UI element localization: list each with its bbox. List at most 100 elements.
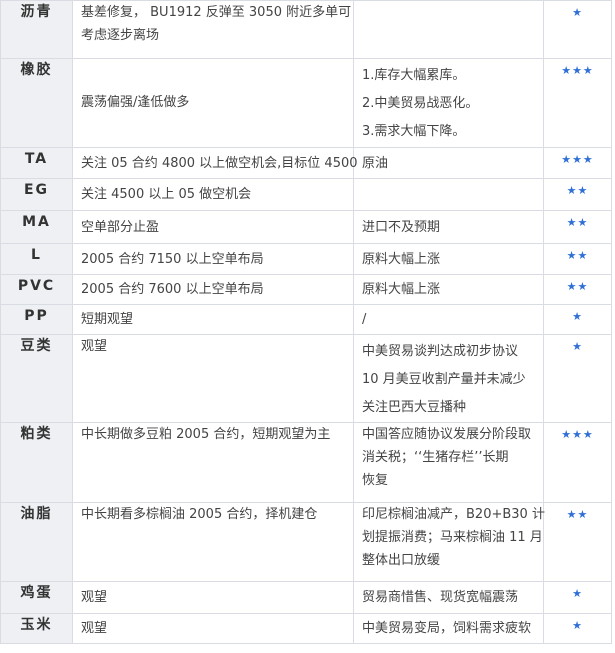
star-icon: ★★ bbox=[566, 216, 589, 229]
strategy-cell: 中长期做多豆粕 2005 合约，短期观望为主 bbox=[72, 422, 354, 503]
category-cell: 粕类 bbox=[0, 422, 73, 503]
strategy-cell: 中长期看多棕榈油 2005 合约，择机建仓 bbox=[72, 502, 354, 582]
strategy-cell: 2005 合约 7150 以上空单布局 bbox=[72, 243, 354, 275]
rating-cell: ★★ bbox=[543, 502, 612, 582]
rating-cell: ★★★ bbox=[543, 147, 612, 179]
category-cell: 油脂 bbox=[0, 502, 73, 582]
rating-cell: ★★ bbox=[543, 274, 612, 305]
logic-line: 整体出口放缓 bbox=[362, 553, 441, 568]
category-cell: PVC bbox=[0, 274, 73, 305]
category-cell: 豆类 bbox=[0, 334, 73, 423]
logic-cell: 中美贸易变局，饲料需求疲软 bbox=[353, 613, 544, 644]
strategy-cell: 观望 bbox=[72, 334, 354, 423]
strategy-cell: 2005 合约 7600 以上空单布局 bbox=[72, 274, 354, 305]
logic-line: 中国答应随协议发展分阶段取 bbox=[362, 427, 532, 442]
logic-cell: 中美贸易谈判达成初步协议 10 月美豆收割产量并未减少 关注巴西大豆播种 bbox=[353, 334, 544, 423]
rating-cell: ★ bbox=[543, 334, 612, 423]
logic-line: 原料大幅上涨 bbox=[362, 251, 441, 267]
logic-cell: 原料大幅上涨 bbox=[353, 243, 544, 275]
strategy-line: 观望 bbox=[81, 621, 108, 636]
category-cell: PP bbox=[0, 304, 73, 335]
strategy-line: 考虑逐步离场 bbox=[81, 28, 160, 43]
logic-cell: 进口不及预期 bbox=[353, 210, 544, 244]
logic-line: 1.库存大幅累库。 bbox=[362, 68, 466, 83]
strategy-line: 观望 bbox=[81, 590, 108, 605]
star-icon: ★ bbox=[572, 619, 583, 632]
category-cell: TA bbox=[0, 147, 73, 179]
category-cell: 沥青 bbox=[0, 0, 73, 59]
star-icon: ★★★ bbox=[561, 428, 594, 441]
logic-line: 关注巴西大豆播种 bbox=[362, 400, 467, 415]
star-icon: ★ bbox=[572, 310, 583, 323]
logic-line: 中美贸易变局，饲料需求疲软 bbox=[362, 621, 532, 636]
table-row: 粕类 中长期做多豆粕 2005 合约，短期观望为主 中国答应随协议发展分阶段取 … bbox=[0, 422, 612, 503]
logic-line: 中美贸易谈判达成初步协议 bbox=[362, 344, 519, 359]
rating-cell: ★★ bbox=[543, 178, 612, 211]
strategy-cell: 短期观望 bbox=[72, 304, 354, 335]
logic-line: 原料大幅上涨 bbox=[362, 282, 441, 297]
category-cell: 鸡蛋 bbox=[0, 581, 73, 614]
category-cell: L bbox=[0, 243, 73, 275]
logic-line: 3.需求大幅下降。 bbox=[362, 124, 466, 139]
table-row: 沥青 基差修复， BU1912 反弹至 3050 附近多单可 考虑逐步离场 ★ bbox=[0, 0, 612, 59]
logic-cell: 1.库存大幅累库。 2.中美贸易战恶化。 3.需求大幅下降。 bbox=[353, 58, 544, 148]
star-icon: ★★ bbox=[566, 280, 589, 293]
strategy-line: 震荡偏强/逢低做多 bbox=[81, 95, 190, 110]
strategy-table: 沥青 基差修复， BU1912 反弹至 3050 附近多单可 考虑逐步离场 ★ … bbox=[0, 0, 612, 644]
strategy-cell: 震荡偏强/逢低做多 bbox=[72, 58, 354, 148]
logic-line: 恢复 bbox=[362, 473, 389, 488]
strategy-cell: 关注 4500 以上 05 做空机会 bbox=[72, 178, 354, 211]
category-cell: 橡胶 bbox=[0, 58, 73, 148]
logic-line: 进口不及预期 bbox=[362, 219, 441, 235]
table-row: TA 关注 05 合约 4800 以上做空机会,目标位 4500 原油 ★★★ bbox=[0, 147, 612, 179]
strategy-cell: 观望 bbox=[72, 581, 354, 614]
rating-cell: ★★★ bbox=[543, 58, 612, 148]
rating-cell: ★ bbox=[543, 581, 612, 614]
strategy-line: 关注 4500 以上 05 做空机会 bbox=[81, 187, 252, 202]
strategy-cell: 关注 05 合约 4800 以上做空机会,目标位 4500 bbox=[72, 147, 358, 179]
logic-cell: 原油 bbox=[353, 147, 544, 179]
strategy-cell: 观望 bbox=[72, 613, 354, 644]
star-icon: ★★ bbox=[566, 249, 589, 262]
strategy-line: 2005 合约 7600 以上空单布局 bbox=[81, 282, 264, 297]
rating-cell: ★★ bbox=[543, 210, 612, 244]
strategy-line: 短期观望 bbox=[81, 312, 134, 327]
strategy-line: 基差修复， BU1912 反弹至 3050 附近多单可 bbox=[81, 5, 352, 20]
logic-line: 划提振消费；马来棕榈油 11 月 bbox=[362, 530, 543, 545]
rating-cell: ★★★ bbox=[543, 422, 612, 503]
table-row: PVC 2005 合约 7600 以上空单布局 原料大幅上涨 ★★ bbox=[0, 274, 612, 305]
strategy-cell: 空单部分止盈 bbox=[72, 210, 354, 244]
logic-line: / bbox=[362, 312, 367, 327]
strategy-line: 空单部分止盈 bbox=[81, 219, 160, 235]
table-row: MA 空单部分止盈 进口不及预期 ★★ bbox=[0, 210, 612, 244]
logic-line: 10 月美豆收割产量并未减少 bbox=[362, 372, 526, 387]
table-row: EG 关注 4500 以上 05 做空机会 ★★ bbox=[0, 178, 612, 211]
logic-cell bbox=[353, 0, 544, 59]
logic-line: 原油 bbox=[362, 155, 389, 171]
logic-line: 印尼棕榈油减产，B20+B30 计 bbox=[362, 507, 545, 522]
table-row: 玉米 观望 中美贸易变局，饲料需求疲软 ★ bbox=[0, 613, 612, 644]
rating-cell: ★★ bbox=[543, 243, 612, 275]
logic-cell: 中国答应随协议发展分阶段取 消关税；‘‘生猪存栏’’长期 恢复 bbox=[353, 422, 544, 503]
strategy-cell: 基差修复， BU1912 反弹至 3050 附近多单可 考虑逐步离场 bbox=[72, 0, 354, 59]
strategy-line: 中长期做多豆粕 2005 合约，短期观望为主 bbox=[81, 427, 331, 442]
star-icon: ★★★ bbox=[561, 153, 594, 166]
star-icon: ★ bbox=[572, 340, 583, 353]
star-icon: ★★ bbox=[566, 508, 589, 521]
strategy-line: 2005 合约 7150 以上空单布局 bbox=[81, 251, 264, 267]
logic-line: 消关税；‘‘生猪存栏’’长期 bbox=[362, 450, 509, 465]
logic-cell: 贸易商惜售、现货宽幅震荡 bbox=[353, 581, 544, 614]
table-row: PP 短期观望 / ★ bbox=[0, 304, 612, 335]
category-cell: EG bbox=[0, 178, 73, 211]
strategy-line: 关注 05 合约 4800 以上做空机会,目标位 4500 bbox=[81, 155, 358, 171]
logic-cell: / bbox=[353, 304, 544, 335]
rating-cell: ★ bbox=[543, 304, 612, 335]
table-row: L 2005 合约 7150 以上空单布局 原料大幅上涨 ★★ bbox=[0, 243, 612, 275]
rating-cell: ★ bbox=[543, 613, 612, 644]
logic-line: 贸易商惜售、现货宽幅震荡 bbox=[362, 590, 519, 605]
rating-cell: ★ bbox=[543, 0, 612, 59]
logic-cell: 印尼棕榈油减产，B20+B30 计 划提振消费；马来棕榈油 11 月 整体出口放… bbox=[353, 502, 545, 582]
star-icon: ★★ bbox=[566, 184, 589, 197]
table-row: 橡胶 震荡偏强/逢低做多 1.库存大幅累库。 2.中美贸易战恶化。 3.需求大幅… bbox=[0, 58, 612, 148]
logic-cell: 原料大幅上涨 bbox=[353, 274, 544, 305]
